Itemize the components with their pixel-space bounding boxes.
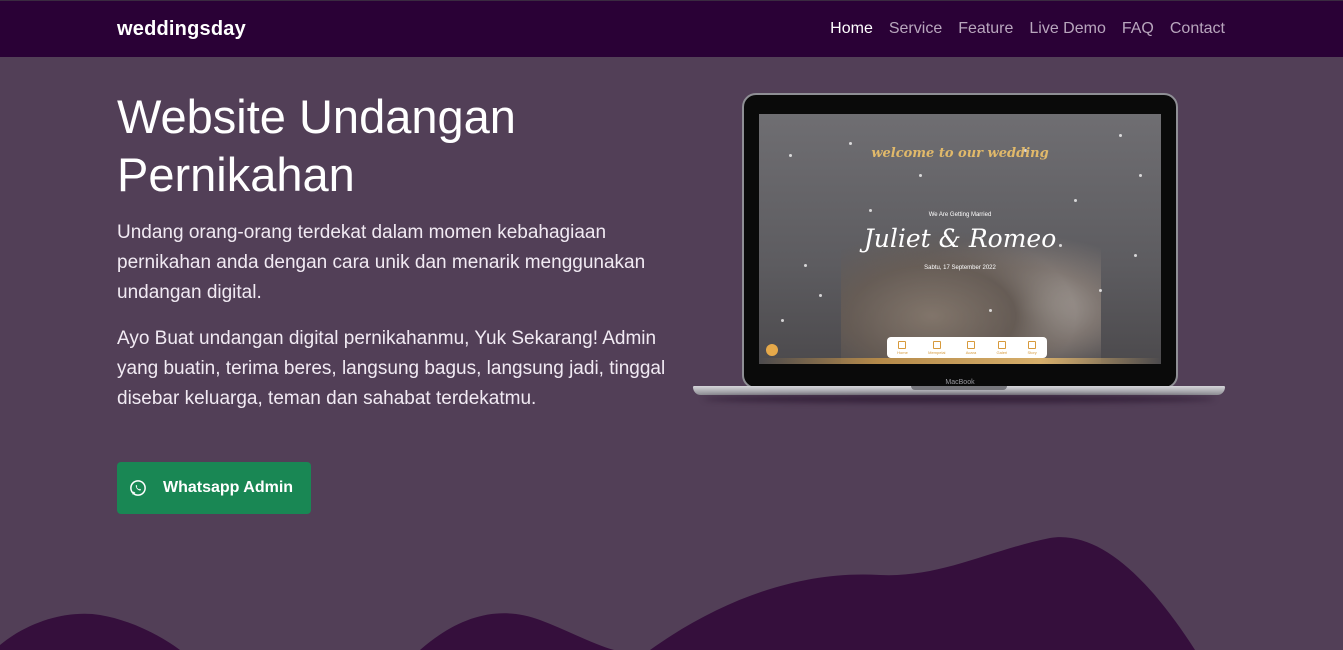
mockup-nav-galeri: Galeri xyxy=(997,340,1007,355)
decorative-waves xyxy=(0,537,1195,650)
mockup-date: Sabtu, 17 September 2022 xyxy=(924,265,996,271)
mockup-welcome-text: welcome to our wedding xyxy=(871,146,1049,161)
mockup-nav-mempelai: Mempelai xyxy=(928,340,945,355)
nav-live-demo[interactable]: Live Demo xyxy=(1029,20,1105,38)
hero-call-to-action-text: Ayo Buat undangan digital pernikahanmu, … xyxy=(117,328,666,409)
laptop-screen-frame: welcome to our wedding We Are Getting Ma… xyxy=(742,93,1178,389)
hero-title: Website Undangan Pernikahan xyxy=(117,90,516,201)
home-icon xyxy=(898,340,907,349)
navbar: weddingsday Home Service Feature Live De… xyxy=(0,0,1343,57)
mockup-gold-strip xyxy=(759,358,1161,364)
nav-feature[interactable]: Feature xyxy=(958,20,1013,38)
nav-service[interactable]: Service xyxy=(889,20,942,38)
brand-logo[interactable]: weddingsday xyxy=(117,18,246,41)
laptop-shadow xyxy=(703,395,1215,403)
music-icon xyxy=(766,344,778,356)
mockup-nav-acara: Acara xyxy=(966,340,976,355)
nav-home[interactable]: Home xyxy=(830,20,873,38)
mockup-nav-home: Home xyxy=(897,340,908,355)
whatsapp-admin-label: Whatsapp Admin xyxy=(163,479,294,496)
mockup-bottom-nav: Home Mempelai Acara Galeri Story xyxy=(887,337,1047,358)
calendar-icon xyxy=(966,340,975,349)
nav-contact[interactable]: Contact xyxy=(1170,20,1225,38)
mockup-screen: welcome to our wedding We Are Getting Ma… xyxy=(759,114,1161,364)
hero-description: Undang orang-orang terdekat dalam momen … xyxy=(117,222,646,303)
laptop-notch xyxy=(911,386,1007,390)
laptop-brand-label: MacBook xyxy=(945,379,975,386)
gallery-icon xyxy=(997,340,1006,349)
mockup-couple-names: Juliet & Romeo xyxy=(863,224,1057,253)
whatsapp-admin-button[interactable]: Whatsapp Admin xyxy=(117,462,311,514)
mockup-nav-story: Story xyxy=(1027,340,1037,355)
laptop-mockup: welcome to our wedding We Are Getting Ma… xyxy=(693,93,1225,405)
nav-links: Home Service Feature Live Demo FAQ Conta… xyxy=(830,20,1225,38)
whatsapp-icon xyxy=(129,479,147,497)
mockup-tagline: We Are Getting Married xyxy=(928,212,992,218)
nav-faq[interactable]: FAQ xyxy=(1122,20,1154,38)
pen-icon xyxy=(1028,340,1037,349)
couple-icon xyxy=(932,340,941,349)
